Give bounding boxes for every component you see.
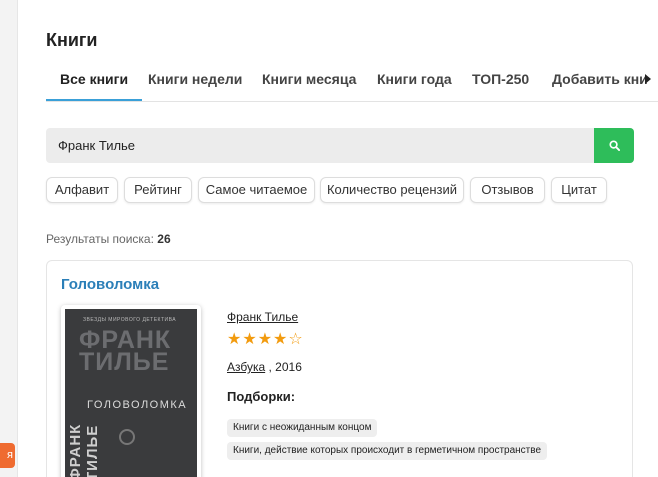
cover-lock-icon <box>119 429 135 445</box>
cover-image: ЗВЕЗДЫ МИРОВОГО ДЕТЕКТИВА ФРАНК ТИЛЬЕ ФР… <box>65 309 197 477</box>
filter-alphabet[interactable]: Алфавит <box>46 177 118 203</box>
filter-most-read[interactable]: Самое читаемое <box>198 177 315 203</box>
results-number: 26 <box>157 232 171 246</box>
search-input[interactable] <box>46 128 594 163</box>
collection-tag[interactable]: Книги с неожиданным концом <box>227 419 378 437</box>
tabs-bar: Все книги Книги недели Книги месяца Книг… <box>46 62 658 102</box>
tab-books-week[interactable]: Книги недели <box>134 62 256 101</box>
publish-year: , 2016 <box>268 360 302 374</box>
chevron-right-icon[interactable] <box>638 72 658 88</box>
collection-tag[interactable]: Книги, действие которых происходит в гер… <box>227 442 548 460</box>
side-feedback-badge[interactable]: я <box>0 443 15 468</box>
tab-all-books[interactable]: Все книги <box>46 62 143 101</box>
collections-label: Подборки: <box>227 389 296 404</box>
author-link[interactable]: Франк Тилье <box>227 310 298 324</box>
publisher-link[interactable]: Азбука <box>227 360 265 374</box>
book-title-link[interactable]: Головоломка <box>61 276 159 293</box>
filter-review-count[interactable]: Количество рецензий <box>320 177 464 203</box>
tab-books-year[interactable]: Книги года <box>363 62 466 101</box>
filter-feedback[interactable]: Отзывов <box>470 177 545 203</box>
cover-series-text: ЗВЕЗДЫ МИРОВОГО ДЕТЕКТИВА <box>83 317 177 323</box>
tab-top-250[interactable]: ТОП-250 <box>458 62 543 101</box>
book-card: Головоломка ЗВЕЗДЫ МИРОВОГО ДЕТЕКТИВА ФР… <box>46 260 633 477</box>
results-label: Результаты поиска: <box>46 232 154 246</box>
page-title: Книги <box>46 30 98 50</box>
search-icon <box>608 140 620 151</box>
main-panel: Книги Все книги Книги недели Книги месяц… <box>17 0 658 477</box>
cover-spine-text: ФРАНК ТИЛЬЕ <box>67 423 101 477</box>
publisher-line: Азбука , 2016 <box>227 360 302 374</box>
book-cover[interactable]: ЗВЕЗДЫ МИРОВОГО ДЕТЕКТИВА ФРАНК ТИЛЬЕ ФР… <box>61 305 201 477</box>
search-results-count: Результаты поиска: 26 <box>46 232 171 246</box>
search-button[interactable] <box>594 128 634 163</box>
filter-quotes[interactable]: Цитат <box>551 177 607 203</box>
cover-book-name: ГОЛОВОЛОМКА <box>87 399 188 411</box>
tab-books-month[interactable]: Книги месяца <box>248 62 370 101</box>
search-bar <box>46 128 634 163</box>
filter-rating[interactable]: Рейтинг <box>124 177 192 203</box>
rating-stars: ★★★★☆ <box>227 331 304 348</box>
